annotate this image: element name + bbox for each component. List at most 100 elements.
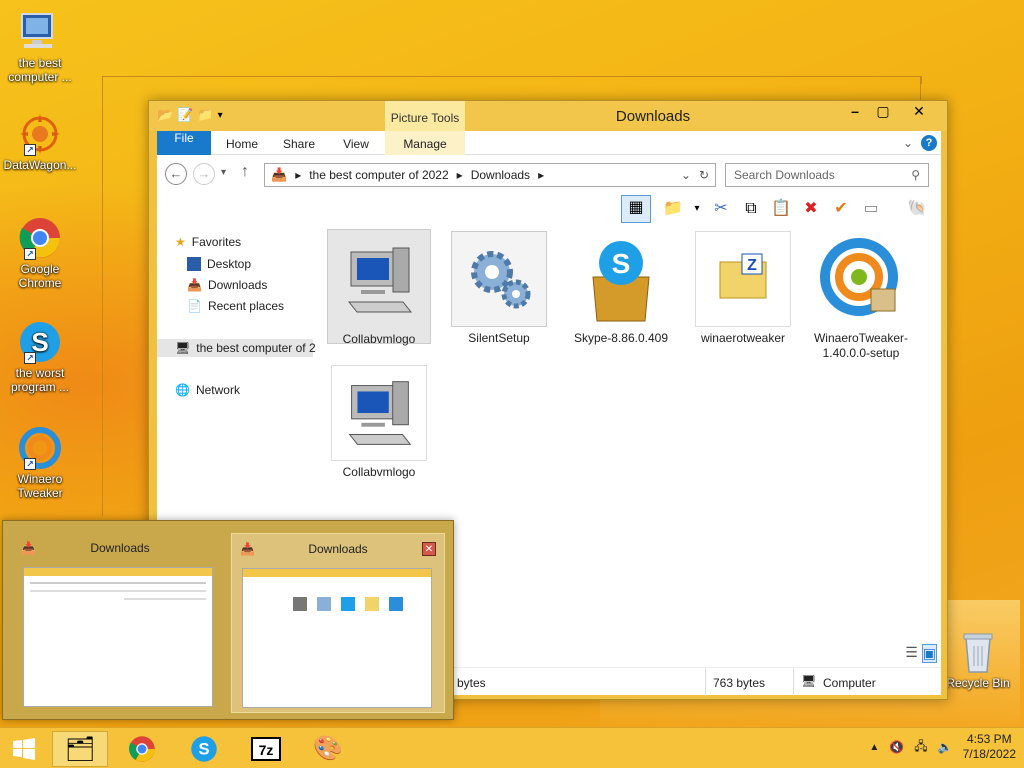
address-dropdown-icon[interactable]: ⌄ (681, 168, 691, 182)
thumbnail-line (30, 582, 206, 584)
taskbar-paint[interactable]: 🎨 (300, 731, 356, 767)
preview-window-2[interactable]: 📥 Downloads ✕ (231, 533, 445, 713)
desktop-icon-skype[interactable]: S ↗ the worst program ... (2, 320, 78, 394)
computer-icon: 🖥 (801, 674, 817, 688)
tab-manage[interactable]: Manage (395, 131, 455, 155)
desktop-icon-label: Google Chrome (18, 262, 62, 290)
large-icons-view-icon[interactable]: ▣ (921, 644, 937, 663)
taskbar-file-explorer[interactable]: 🗂 (52, 731, 108, 767)
search-placeholder: Search Downloads (734, 168, 835, 182)
window-title: Downloads (615, 108, 691, 125)
computer-icon (18, 10, 62, 54)
nav-computer[interactable]: 🖥 the best computer of 2 (157, 339, 316, 357)
folder-options-icon[interactable]: 📁 (661, 197, 685, 221)
preview-thumbnail (23, 567, 213, 707)
details-view-icon[interactable]: ☰ (905, 644, 918, 663)
breadcrumb-separator-icon: ▸ (456, 168, 463, 182)
desktop-icon-recycle-bin[interactable]: Recycle Bin (940, 630, 1016, 690)
svg-text:Z: Z (747, 257, 757, 274)
taskbar-7zip[interactable]: 7z (238, 731, 294, 767)
breadcrumb-downloads[interactable]: Downloads (471, 168, 530, 182)
show-hidden-icons[interactable]: ▲ (869, 742, 879, 753)
file-item[interactable]: Collabvmlogo (327, 363, 431, 480)
chevron-down-icon[interactable]: ▾ (685, 197, 709, 221)
start-button[interactable] (0, 731, 48, 767)
downloads-folder-icon: 📥 (187, 278, 202, 292)
file-name: winaerotweaker (700, 331, 786, 345)
action-center-icon[interactable]: 🔇 (889, 740, 904, 754)
close-button[interactable]: ✕ (897, 101, 941, 121)
thumbnail-file (293, 597, 307, 611)
paste-icon[interactable]: 📋 (769, 197, 793, 221)
nav-downloads[interactable]: 📥 Downloads (187, 276, 267, 294)
ribbon-right-controls: ⌄ ? (903, 135, 937, 151)
back-button[interactable]: ← (165, 163, 187, 185)
file-item[interactable]: Collabvmlogo (327, 229, 431, 346)
network-status-icon[interactable]: 🖧 (914, 737, 927, 758)
cut-icon[interactable]: ✂ (709, 197, 733, 221)
recent-locations-icon[interactable]: ▾ (221, 167, 226, 178)
star-icon: ★ (175, 235, 186, 249)
file-item[interactable]: Z winaerotweaker (691, 229, 795, 346)
nav-label: the best computer of 2 (196, 341, 316, 355)
taskbar-skype[interactable]: S (176, 731, 232, 767)
tab-view[interactable]: View (333, 131, 379, 155)
title-bar[interactable]: 📂 📝 📁 ▾ Picture Tools Downloads – ▢ ✕ (149, 101, 947, 131)
thumbnail-file (389, 597, 403, 611)
winaero-setup-icon (813, 231, 909, 327)
desktop-icon-datawagon[interactable]: ↗ DataWagon... (2, 112, 78, 172)
desktop-icon-computer[interactable]: the best computer ... (2, 10, 78, 84)
file-item[interactable]: WinaeroTweaker-1.40.0.0-setup (809, 229, 913, 361)
help-icon[interactable]: ? (921, 135, 937, 151)
file-item[interactable]: S Skype-8.86.0.409 (569, 229, 673, 346)
desktop-icon-winaero[interactable]: ↗ Winaero Tweaker (2, 426, 78, 500)
preview-pane-icon[interactable]: ▦ (621, 195, 651, 223)
nav-recent-places[interactable]: 📄 Recent places (187, 297, 284, 315)
thumbnail-file (317, 597, 331, 611)
desktop-icon-chrome[interactable]: ↗ Google Chrome (2, 216, 78, 290)
skype-installer-icon: S (573, 231, 669, 327)
copy-icon[interactable]: ⧉ (739, 197, 763, 221)
thumbnail-line (30, 590, 206, 592)
properties-icon[interactable]: ▭ (859, 197, 883, 221)
maximize-button[interactable]: ▢ (869, 101, 897, 121)
search-input[interactable]: Search Downloads ⚲ (725, 163, 929, 187)
tab-file[interactable]: File (157, 131, 211, 155)
shell-icon[interactable]: 🐚 (905, 197, 929, 221)
nav-desktop[interactable]: Desktop (187, 255, 251, 273)
status-divider (705, 668, 706, 696)
computer-thumbnail-icon (331, 365, 427, 461)
preview-close-icon[interactable]: ✕ (422, 542, 436, 556)
shortcut-arrow-icon: ↗ (24, 248, 36, 260)
volume-icon[interactable]: 🔈 (938, 740, 953, 754)
downloads-folder-icon: 📥 (21, 541, 36, 555)
preview-title-text: Downloads (90, 541, 150, 555)
tab-share[interactable]: Share (275, 131, 323, 155)
rename-icon[interactable]: ✔ (829, 197, 853, 221)
tab-home[interactable]: Home (219, 131, 265, 155)
status-selection: bytes (457, 676, 486, 690)
svg-text:S: S (612, 248, 631, 279)
expand-ribbon-icon[interactable]: ⌄ (903, 136, 913, 150)
system-tray: ▲ 🔇 🖧 🔈 4:53 PM 7/18/2022 (869, 732, 1016, 762)
taskbar-chrome[interactable] (114, 731, 170, 767)
preview-title-text: Downloads (308, 542, 368, 556)
breadcrumb-computer[interactable]: the best computer of 2022 (309, 168, 448, 182)
address-bar[interactable]: 📥 ▸ the best computer of 2022 ▸ Download… (264, 163, 716, 187)
thumbnail-file (341, 597, 355, 611)
windows-logo-icon (13, 738, 35, 760)
forward-button[interactable]: → (193, 163, 215, 185)
refresh-icon[interactable]: ↻ (699, 168, 715, 182)
preview-window-1[interactable]: 📥 Downloads (13, 533, 227, 713)
nav-network[interactable]: 🌐 Network (175, 381, 240, 399)
minimize-button[interactable]: – (841, 101, 869, 121)
nav-label: Favorites (191, 235, 242, 249)
clock[interactable]: 4:53 PM 7/18/2022 (963, 732, 1016, 762)
file-explorer-icon: 🗂 (64, 736, 96, 763)
up-button[interactable]: ↑ (241, 163, 249, 181)
svg-text:S: S (198, 740, 209, 759)
delete-icon[interactable]: ✖ (799, 197, 823, 221)
nav-favorites[interactable]: ★ Favorites (175, 233, 241, 251)
file-item[interactable]: SilentSetup (447, 229, 551, 346)
chrome-icon (129, 736, 155, 762)
